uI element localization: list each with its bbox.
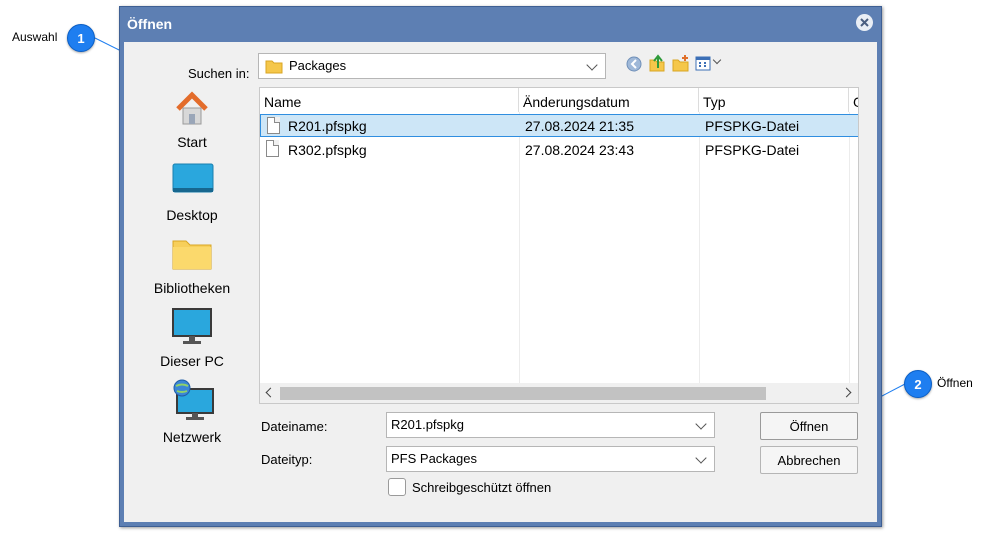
network-icon xyxy=(173,379,214,420)
title-bar[interactable]: Öffnen xyxy=(120,7,881,39)
file-row-r302[interactable]: R302.pfspkg 27.08.2024 23:43 PFSPKG-Date… xyxy=(260,138,858,161)
place-start[interactable]: Start xyxy=(124,89,260,155)
place-label-desktop: Desktop xyxy=(166,207,218,223)
place-label-this-pc: Dieser PC xyxy=(160,353,224,369)
cancel-button[interactable]: Abbrechen xyxy=(760,446,858,474)
filetype-label: Dateityp: xyxy=(261,452,313,467)
view-dropdown-icon[interactable] xyxy=(712,55,722,65)
look-in-select[interactable]: Packages xyxy=(258,53,606,79)
column-header-size[interactable]: G xyxy=(849,88,858,112)
libraries-icon xyxy=(172,240,212,270)
file-name: R201.pfspkg xyxy=(288,118,367,134)
place-desktop[interactable]: Desktop xyxy=(124,162,260,228)
new-folder-icon[interactable] xyxy=(672,54,690,72)
chevron-down-icon xyxy=(586,59,598,71)
callout-badge-1: 1 xyxy=(67,24,95,52)
back-icon[interactable] xyxy=(626,56,642,72)
file-modified: 27.08.2024 23:43 xyxy=(525,142,634,158)
chevron-down-icon[interactable] xyxy=(695,418,707,430)
horizontal-scrollbar[interactable] xyxy=(260,383,858,403)
filename-input[interactable]: R201.pfspkg xyxy=(386,412,715,438)
file-icon xyxy=(266,140,279,157)
place-label-libraries: Bibliotheken xyxy=(153,280,231,296)
home-icon xyxy=(176,91,208,125)
filename-label: Dateiname: xyxy=(261,419,328,434)
filename-value: R201.pfspkg xyxy=(391,417,464,432)
place-libraries[interactable]: Bibliotheken xyxy=(124,235,260,301)
scrollbar-thumb[interactable] xyxy=(280,387,766,400)
dialog-body: Suchen in: Packages Start Desktop Biblio… xyxy=(124,42,877,522)
close-icon xyxy=(860,18,869,27)
column-header-name[interactable]: Name xyxy=(260,88,519,112)
file-list[interactable]: Name Änderungsdatum Typ G R201.pfspkg 27… xyxy=(259,87,859,404)
close-button[interactable] xyxy=(856,14,873,31)
place-label-start: Start xyxy=(177,134,207,150)
view-menu-icon[interactable] xyxy=(695,56,711,71)
column-header-type[interactable]: Typ xyxy=(699,88,849,112)
dialog-title: Öffnen xyxy=(127,16,173,32)
file-name: R302.pfspkg xyxy=(288,142,367,158)
filetype-value: PFS Packages xyxy=(391,451,477,466)
open-file-dialog: Öffnen Suchen in: Packages Start Desktop… xyxy=(119,6,882,527)
place-this-pc[interactable]: Dieser PC xyxy=(124,308,260,374)
place-network[interactable]: Netzwerk xyxy=(124,379,260,449)
file-row-r201[interactable]: R201.pfspkg 27.08.2024 21:35 PFSPKG-Date… xyxy=(260,114,858,137)
computer-icon xyxy=(172,308,212,344)
callout-label-auswahl: Auswahl xyxy=(12,30,58,44)
file-type: PFSPKG-Datei xyxy=(705,118,800,134)
chevron-down-icon xyxy=(695,452,707,464)
look-in-value: Packages xyxy=(289,58,347,73)
file-icon xyxy=(267,117,280,134)
scroll-left-icon[interactable] xyxy=(265,387,276,398)
open-button[interactable]: Öffnen xyxy=(760,412,858,440)
folder-icon xyxy=(265,60,283,74)
place-label-network: Netzwerk xyxy=(162,429,222,445)
column-header-modified[interactable]: Änderungsdatum xyxy=(519,88,699,112)
file-modified: 27.08.2024 21:35 xyxy=(525,118,634,134)
callout-label-oeffnen: Öffnen xyxy=(937,376,973,390)
filetype-select[interactable]: PFS Packages xyxy=(386,446,715,472)
scroll-right-icon[interactable] xyxy=(841,387,852,398)
look-in-label: Suchen in: xyxy=(188,66,250,81)
desktop-icon xyxy=(172,163,214,193)
file-type: PFSPKG-Datei xyxy=(705,142,800,158)
up-folder-icon[interactable] xyxy=(648,54,666,72)
readonly-checkbox[interactable] xyxy=(388,478,406,496)
readonly-label: Schreibgeschützt öffnen xyxy=(412,480,552,495)
callout-badge-2: 2 xyxy=(904,370,932,398)
